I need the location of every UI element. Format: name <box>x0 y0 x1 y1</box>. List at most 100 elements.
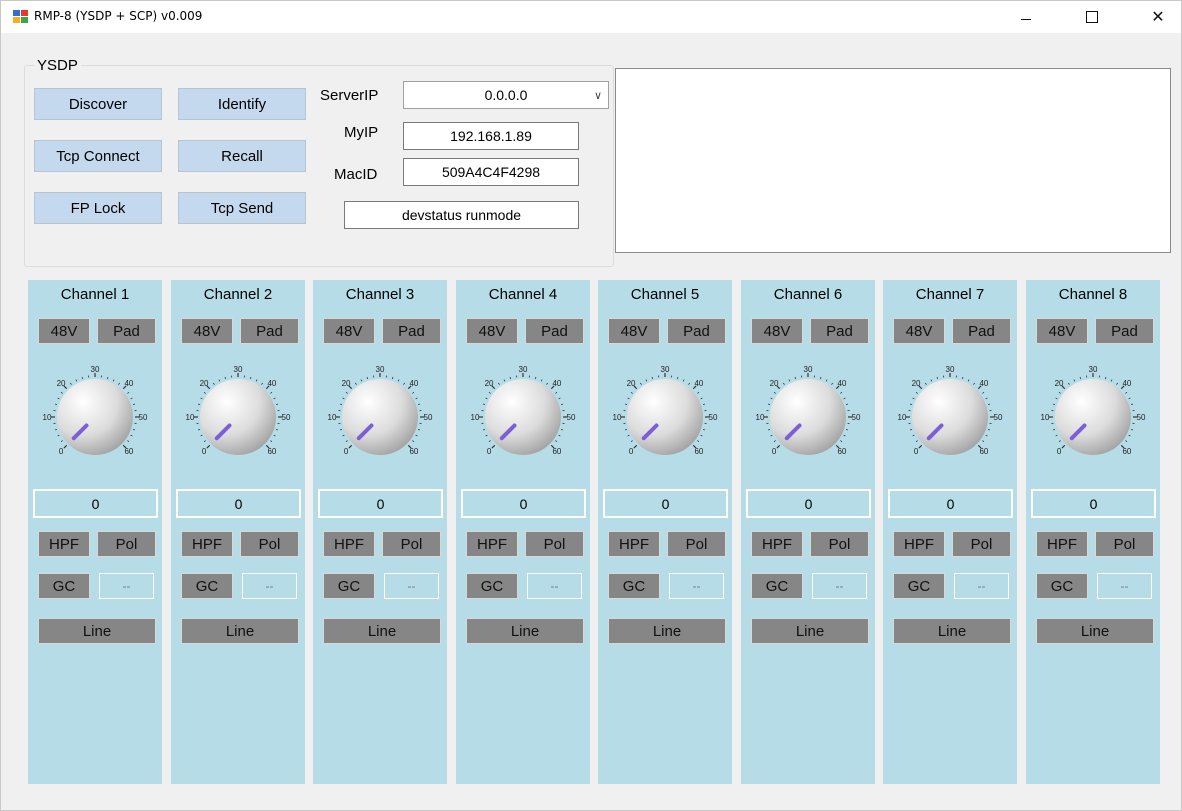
phantom-48v-button[interactable]: 48V <box>751 318 803 344</box>
knob-tick <box>270 440 273 443</box>
polarity-button[interactable]: Pol <box>240 531 299 557</box>
phantom-48v-button[interactable]: 48V <box>466 318 518 344</box>
phantom-48v-button[interactable]: 48V <box>893 318 945 344</box>
gain-value[interactable]: 0 <box>318 489 443 518</box>
knob-tick <box>624 403 628 406</box>
gain-value[interactable]: 0 <box>888 489 1013 518</box>
my-ip-field[interactable]: 192.168.1.89 <box>403 122 579 150</box>
pad-button[interactable]: Pad <box>952 318 1011 344</box>
line-button[interactable]: Line <box>181 618 299 644</box>
gain-value[interactable]: 0 <box>603 489 728 518</box>
phantom-48v-button[interactable]: 48V <box>38 318 90 344</box>
maximize-button[interactable] <box>1069 1 1115 33</box>
command-input[interactable]: devstatus runmode <box>344 201 579 229</box>
knob-tick <box>412 391 415 394</box>
knob-scale-label: 40 <box>267 379 276 388</box>
polarity-button[interactable]: Pol <box>525 531 584 557</box>
mac-id-field[interactable]: 509A4C4F4298 <box>403 158 579 186</box>
tcp-send-button[interactable]: Tcp Send <box>178 192 306 224</box>
polarity-button[interactable]: Pol <box>810 531 869 557</box>
gain-value[interactable]: 0 <box>746 489 871 518</box>
hpf-button[interactable]: HPF <box>1036 531 1088 557</box>
tcp-connect-button[interactable]: Tcp Connect <box>34 140 162 172</box>
discover-button[interactable]: Discover <box>34 88 162 120</box>
line-button[interactable]: Line <box>323 618 441 644</box>
gain-knob[interactable]: 0 10 20 30 40 50 60 <box>466 360 581 470</box>
line-button[interactable]: Line <box>608 618 726 644</box>
phantom-48v-button[interactable]: 48V <box>323 318 375 344</box>
knob-tick <box>985 434 988 437</box>
knob-tick <box>203 440 206 443</box>
pad-button[interactable]: Pad <box>240 318 299 344</box>
phantom-48v-button[interactable]: 48V <box>608 318 660 344</box>
gain-value[interactable]: 0 <box>1031 489 1156 518</box>
gain-knob[interactable]: 0 10 20 30 40 50 60 <box>751 360 866 470</box>
knob-scale-label: 50 <box>852 413 861 422</box>
gain-value[interactable]: 0 <box>461 489 586 518</box>
gain-knob[interactable]: 0 10 20 30 40 50 60 <box>1036 360 1151 470</box>
knob-tick <box>1055 397 1058 400</box>
knob-scale-label: 0 <box>487 447 492 456</box>
polarity-button[interactable]: Pol <box>952 531 1011 557</box>
knob-tick <box>1067 382 1070 385</box>
hpf-button[interactable]: HPF <box>323 531 375 557</box>
gc-button[interactable]: GC <box>181 573 233 599</box>
fp-lock-button[interactable]: FP Lock <box>34 192 162 224</box>
gain-knob[interactable]: 0 10 20 30 40 50 60 <box>181 360 296 470</box>
phantom-48v-button[interactable]: 48V <box>181 318 233 344</box>
server-ip-dropdown[interactable]: 0.0.0.0 ∨ <box>403 81 609 109</box>
gain-knob[interactable]: 0 10 20 30 40 50 60 <box>893 360 1008 470</box>
pad-button[interactable]: Pad <box>525 318 584 344</box>
line-button[interactable]: Line <box>1036 618 1154 644</box>
log-textbox[interactable] <box>615 68 1171 253</box>
hpf-button[interactable]: HPF <box>181 531 233 557</box>
line-button[interactable]: Line <box>38 618 156 644</box>
hpf-button[interactable]: HPF <box>38 531 90 557</box>
knob-scale-label: 50 <box>139 413 148 422</box>
pad-button[interactable]: Pad <box>382 318 441 344</box>
knob-tick <box>555 391 558 394</box>
hpf-button[interactable]: HPF <box>608 531 660 557</box>
polarity-button[interactable]: Pol <box>667 531 726 557</box>
gc-button[interactable]: GC <box>608 573 660 599</box>
polarity-button[interactable]: Pol <box>382 531 441 557</box>
polarity-button[interactable]: Pol <box>97 531 156 557</box>
gc-button[interactable]: GC <box>466 573 518 599</box>
line-button[interactable]: Line <box>893 618 1011 644</box>
gain-knob[interactable]: 0 10 20 30 40 50 60 <box>608 360 723 470</box>
gc-button[interactable]: GC <box>323 573 375 599</box>
knob-tick <box>132 403 136 406</box>
gc-button[interactable]: GC <box>751 573 803 599</box>
knob-tick <box>412 440 415 443</box>
gain-knob[interactable]: 0 10 20 30 40 50 60 <box>323 360 438 470</box>
gain-value[interactable]: 0 <box>176 489 301 518</box>
identify-button[interactable]: Identify <box>178 88 306 120</box>
pad-button[interactable]: Pad <box>667 318 726 344</box>
hpf-button[interactable]: HPF <box>466 531 518 557</box>
pad-button[interactable]: Pad <box>97 318 156 344</box>
knob-tick <box>982 391 985 394</box>
close-button[interactable]: ✕ <box>1135 1 1181 33</box>
hpf-button[interactable]: HPF <box>893 531 945 557</box>
knob-tick <box>1052 403 1056 406</box>
phantom-48v-button[interactable]: 48V <box>1036 318 1088 344</box>
pad-button[interactable]: Pad <box>810 318 869 344</box>
minimize-button[interactable] <box>1003 1 1049 33</box>
gc-button[interactable]: GC <box>1036 573 1088 599</box>
pad-button[interactable]: Pad <box>1095 318 1154 344</box>
recall-button[interactable]: Recall <box>178 140 306 172</box>
knob-tick <box>697 440 700 443</box>
line-button[interactable]: Line <box>466 618 584 644</box>
title-bar[interactable]: RMP-8 (YSDP + SCP) v0.009 ✕ <box>1 1 1181 33</box>
knob-scale-label: 40 <box>979 379 988 388</box>
gc-button[interactable]: GC <box>893 573 945 599</box>
knob-tick <box>985 397 988 400</box>
gain-value[interactable]: 0 <box>33 489 158 518</box>
gain-knob[interactable]: 0 10 20 30 40 50 60 <box>38 360 153 470</box>
knob-tick <box>987 403 991 406</box>
polarity-button[interactable]: Pol <box>1095 531 1154 557</box>
line-button[interactable]: Line <box>751 618 869 644</box>
hpf-button[interactable]: HPF <box>751 531 803 557</box>
gc-button[interactable]: GC <box>38 573 90 599</box>
knob-tick <box>391 376 394 380</box>
